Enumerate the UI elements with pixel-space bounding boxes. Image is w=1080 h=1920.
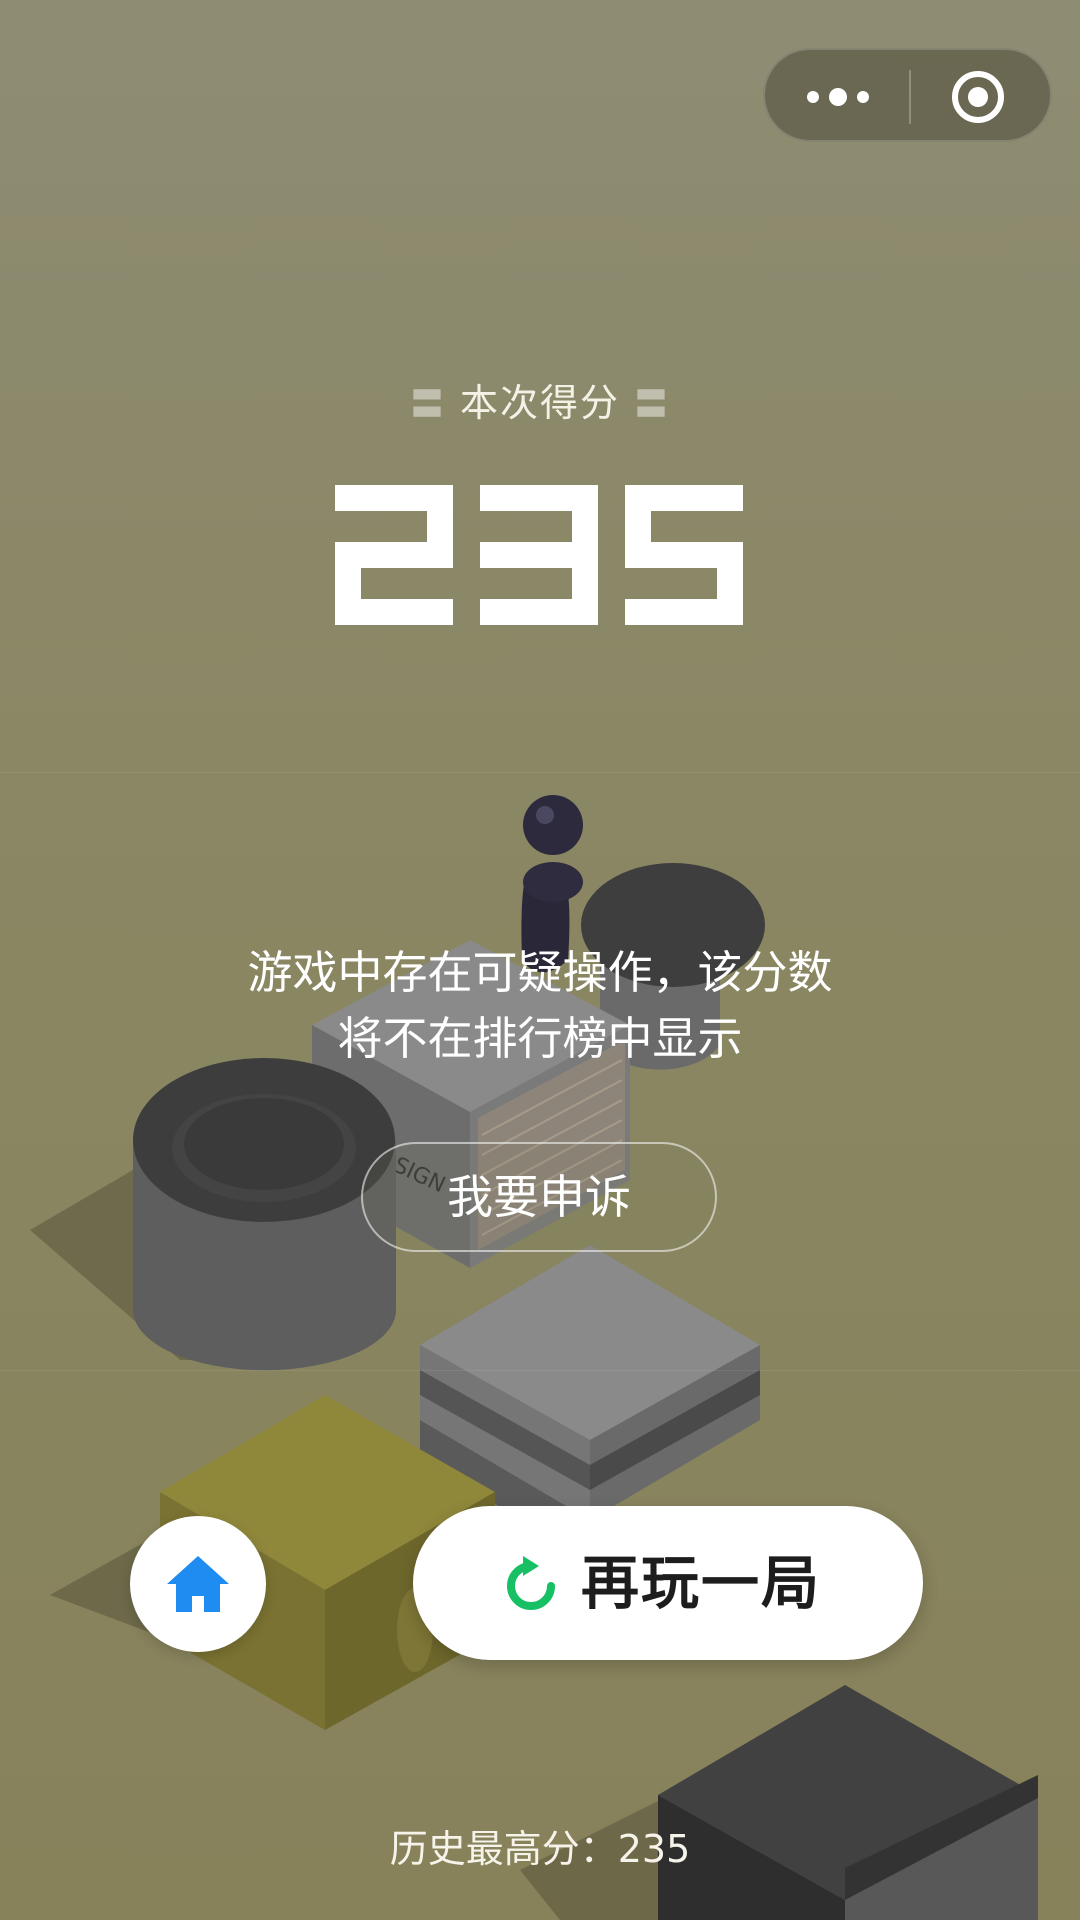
refresh-icon	[507, 1556, 555, 1610]
suspicious-notice: 游戏中存在可疑操作，该分数 将不在排行榜中显示	[0, 940, 1080, 1072]
score-digit-2	[335, 485, 453, 625]
more-button[interactable]	[803, 74, 873, 120]
more-dots-icon	[807, 88, 869, 106]
score-label-text: 本次得分	[459, 381, 620, 425]
best-score: 历史最高分：235	[389, 1827, 691, 1871]
divider-line	[0, 772, 1080, 773]
notice-line-1: 游戏中存在可疑操作，该分数	[247, 946, 833, 999]
home-button[interactable]	[130, 1516, 266, 1652]
notice-line-2: 将不在排行榜中显示	[337, 1012, 743, 1065]
dark-cube-bottom	[658, 1685, 1038, 1920]
divider-line	[0, 1370, 1080, 1371]
home-icon	[167, 1556, 229, 1612]
score-digit-5	[625, 485, 743, 625]
score-digit-3	[480, 485, 598, 625]
target-close-icon	[952, 71, 1004, 123]
replay-label: 再玩一局	[581, 1549, 822, 1617]
mini-program-capsule	[763, 48, 1052, 142]
capsule-divider	[909, 70, 911, 124]
appeal-button[interactable]: 我要申诉	[361, 1142, 717, 1252]
score-deco-right: 〓	[634, 385, 670, 425]
score-value	[335, 485, 743, 625]
dark-cylinder-left	[133, 1058, 396, 1371]
score-deco-left: 〓	[409, 385, 446, 425]
score-label: 〓本次得分〓	[0, 372, 1080, 427]
replay-button[interactable]: 再玩一局	[413, 1506, 923, 1660]
close-button[interactable]	[943, 64, 1013, 130]
